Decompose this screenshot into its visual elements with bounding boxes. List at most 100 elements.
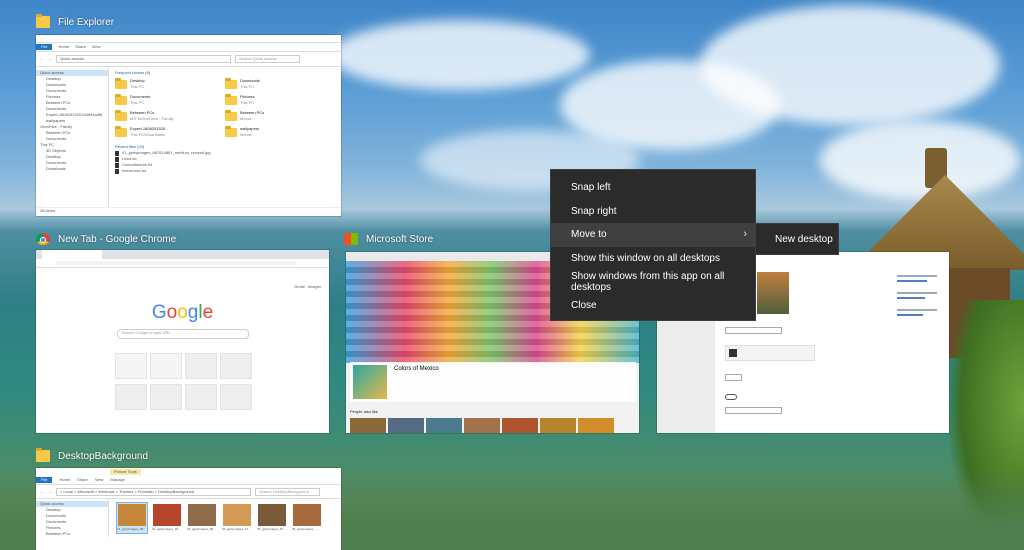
- tab-home[interactable]: Home: [59, 477, 70, 483]
- file-name: 01_gettyimages_687614801_medium_resized.…: [117, 527, 147, 531]
- tab-share[interactable]: Share: [75, 44, 86, 50]
- folder-tile[interactable]: Pictures This PC: [225, 94, 335, 106]
- small-field[interactable]: [725, 374, 742, 381]
- most-visited-tile[interactable]: [115, 384, 147, 410]
- image-file-tile[interactable]: 05_gettyimages_517261598_super_resized.j…: [257, 503, 287, 533]
- recent-file-row[interactable]: Inferences.txt: [115, 168, 335, 174]
- menu-item-move-to[interactable]: Move to ›: [551, 223, 755, 247]
- dropdown-field[interactable]: [725, 407, 782, 414]
- search-input[interactable]: Search Quick access: [235, 55, 300, 63]
- window-title: New Tab - Google Chrome: [58, 233, 177, 245]
- address-bar[interactable]: Quick access: [56, 55, 231, 63]
- suggestion-tile[interactable]: [426, 418, 462, 433]
- folder-path: This PC: [130, 84, 145, 89]
- forward-arrow-icon[interactable]: →: [48, 489, 52, 495]
- tab-file[interactable]: File: [36, 44, 53, 50]
- google-logo: Google: [151, 302, 214, 323]
- back-arrow-icon[interactable]: ←: [40, 489, 44, 495]
- store-title[interactable]: Microsoft Store: [344, 233, 433, 245]
- breadcrumb[interactable]: « Local > Microsoft > Windows > Themes >…: [56, 487, 251, 496]
- back-arrow-icon[interactable]: ←: [40, 56, 44, 62]
- image-thumbnail: [153, 504, 181, 526]
- most-visited-tile[interactable]: [150, 384, 182, 410]
- folder-tile[interactable]: wallpapers Mount...: [225, 126, 335, 138]
- tab-home[interactable]: Home: [58, 44, 69, 50]
- status-bar: 28 items: [36, 207, 341, 214]
- search-placeholder: Search Google or type URL: [121, 330, 171, 335]
- file-icon: [115, 156, 119, 162]
- image-thumbnail: [223, 504, 251, 526]
- related-links: [897, 272, 937, 362]
- images-link[interactable]: Images: [308, 284, 321, 289]
- tab-file[interactable]: File: [36, 477, 53, 483]
- file-explorer-title[interactable]: File Explorer: [36, 14, 114, 28]
- tab-share[interactable]: Share: [77, 477, 88, 483]
- suggestion-tile[interactable]: [464, 418, 500, 433]
- gmail-link[interactable]: Gmail: [294, 284, 304, 289]
- image-file-tile[interactable]: 06_gettyimages_..._super_resized.jpg: [292, 503, 322, 533]
- folder-tile[interactable]: Documents This PC: [115, 94, 225, 106]
- most-visited-tile[interactable]: [185, 353, 217, 379]
- most-visited-tile[interactable]: [220, 384, 252, 410]
- chrome-title[interactable]: New Tab - Google Chrome: [36, 233, 176, 245]
- folder-tile[interactable]: Expert-1806251520... This PC\Downloads: [115, 126, 225, 138]
- desktop-background-title[interactable]: DesktopBackground: [36, 448, 148, 462]
- most-visited-tile[interactable]: [115, 353, 147, 379]
- dropdown-field[interactable]: [725, 327, 782, 334]
- desktop-background-thumbnail[interactable]: Picture Tools File Home Share View Manag…: [36, 468, 341, 550]
- active-tab[interactable]: [42, 250, 102, 259]
- suggestion-tile[interactable]: [578, 418, 614, 433]
- omnibox[interactable]: [56, 261, 296, 265]
- folder-tile[interactable]: Downloads This PC: [225, 78, 335, 90]
- frequent-folders-header[interactable]: Frequent folders (8): [115, 70, 335, 76]
- image-file-tile[interactable]: 02_gettyimages_944294816_high_resized.jp…: [152, 503, 182, 533]
- omnibox-row: [36, 259, 329, 268]
- submenu-new-desktop[interactable]: New desktop: [755, 223, 839, 255]
- most-visited-tile[interactable]: [220, 353, 252, 379]
- top-links: Gmail Images: [36, 284, 329, 290]
- menu-item-show-window-all-desktops[interactable]: Show this window on all desktops: [551, 247, 755, 271]
- folder-tile[interactable]: Between PCs MS ToOneDrive - Family: [115, 110, 225, 122]
- menu-item-snap-right[interactable]: Snap right: [551, 200, 755, 224]
- chrome-thumbnail[interactable]: Gmail Images Google Search Google or typ…: [36, 250, 329, 433]
- image-file-tile[interactable]: 03_gettyimages_509754664_medium_resized.…: [187, 503, 217, 533]
- feature-thumbnail: [353, 365, 387, 399]
- suggestion-tile[interactable]: [388, 418, 424, 433]
- picture-tools-tab[interactable]: Picture Tools: [110, 469, 141, 475]
- suggestion-tile[interactable]: [350, 418, 386, 433]
- nav-item[interactable]: Between PCs: [36, 531, 108, 537]
- folder-text: Between PCs MS ToOneDrive - Family: [130, 110, 174, 122]
- menu-item-snap-left[interactable]: Snap left: [551, 176, 755, 200]
- tab-view[interactable]: View: [92, 44, 101, 50]
- address-row: ← → « Local > Microsoft > Windows > Them…: [36, 485, 341, 499]
- toggle-switch[interactable]: [725, 394, 737, 400]
- folder-path: This PC: [130, 100, 145, 105]
- search-input[interactable]: Search DesktopBackground: [255, 487, 320, 496]
- folder-icon: [115, 94, 127, 105]
- ribbon-tabs: File Home Share View Manage: [36, 476, 341, 485]
- tab-view[interactable]: View: [95, 477, 104, 483]
- folder-icon: [225, 78, 237, 89]
- most-visited-tile[interactable]: [185, 384, 217, 410]
- file-name: 03_gettyimages_509754664_medium_resized.…: [187, 527, 217, 531]
- tab-manage[interactable]: Manage: [110, 477, 124, 483]
- google-search-box[interactable]: Search Google or type URL: [116, 329, 249, 339]
- cloud: [330, 20, 590, 90]
- menu-item-show-app-all-desktops[interactable]: Show windows from this app on all deskto…: [551, 270, 755, 294]
- folder-tile[interactable]: Between PCs Mount...: [225, 110, 335, 122]
- file-explorer-thumbnail[interactable]: File Home Share View ← → Quick access Se…: [36, 35, 341, 216]
- feature-card[interactable]: Colors of Mexico: [350, 362, 636, 402]
- image-file-tile[interactable]: 04_gettyimages_174406786_super_resized.j…: [222, 503, 252, 533]
- suggestion-tile[interactable]: [540, 418, 576, 433]
- nav-item[interactable]: Downloads: [36, 166, 108, 172]
- folder-tile[interactable]: Desktop This PC: [115, 78, 225, 90]
- browse-panel[interactable]: [725, 345, 815, 361]
- suggestion-tile[interactable]: [502, 418, 538, 433]
- file-name: 06_gettyimages_..._super_resized.jpg: [292, 527, 322, 531]
- forward-arrow-icon[interactable]: →: [48, 56, 52, 62]
- menu-item-close[interactable]: Close: [551, 294, 755, 318]
- most-visited-tile[interactable]: [150, 353, 182, 379]
- file-icon: [115, 162, 119, 168]
- file-name: 05_gettyimages_517261598_super_resized.j…: [257, 527, 287, 531]
- image-file-tile[interactable]: 01_gettyimages_687614801_medium_resized.…: [116, 502, 148, 534]
